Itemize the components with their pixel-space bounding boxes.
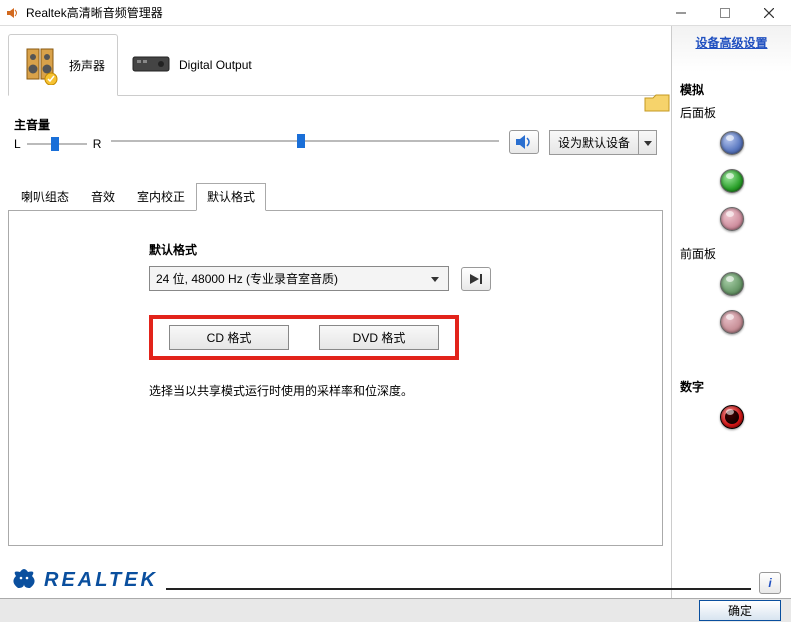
set-default-dropdown[interactable]: 设为默认设备: [549, 130, 657, 155]
front-panel-label: 前面板: [680, 245, 783, 262]
balance-slider[interactable]: [27, 137, 87, 151]
device-tab-label: Digital Output: [179, 58, 252, 72]
button-label: DVD 格式: [353, 331, 406, 345]
rear-jack-blue[interactable]: [720, 131, 744, 155]
balance-right-label: R: [93, 137, 102, 151]
button-label: 确定: [728, 604, 752, 618]
tab-label: 室内校正: [137, 190, 185, 204]
realtek-logo: REALTEK: [10, 566, 158, 594]
rear-jack-green[interactable]: [720, 169, 744, 193]
tab-label: 喇叭组态: [21, 190, 69, 204]
tab-default-format[interactable]: 默认格式: [196, 183, 266, 211]
format-description: 选择当以共享模式运行时使用的采样率和位深度。: [149, 382, 602, 399]
cd-format-button[interactable]: CD 格式: [169, 325, 289, 350]
volume-slider[interactable]: [111, 134, 499, 148]
window-title: Realtek高清晰音频管理器: [26, 4, 163, 21]
device-tab-speakers[interactable]: 扬声器: [8, 34, 118, 96]
set-default-label: 设为默认设备: [549, 130, 639, 155]
analog-section-label: 模拟: [680, 81, 783, 98]
tab-panel-default-format: 默认格式 24 位, 48000 Hz (专业录音室音质) CD 格式 DVD …: [8, 211, 663, 546]
rear-jack-pink[interactable]: [720, 207, 744, 231]
device-tab-digital[interactable]: Digital Output: [118, 34, 265, 95]
brand-text: REALTEK: [44, 569, 158, 592]
button-label: CD 格式: [207, 331, 252, 345]
master-volume-row: 主音量 L R 设为默认设备: [8, 116, 663, 155]
ok-button[interactable]: 确定: [699, 600, 781, 621]
brand-divider: [166, 588, 751, 590]
window-controls: [659, 0, 791, 26]
play-test-button[interactable]: [461, 267, 491, 291]
digital-section-label: 数字: [680, 378, 783, 395]
front-jack-green[interactable]: [720, 272, 744, 296]
info-icon: i: [768, 576, 771, 590]
app-icon: [6, 6, 20, 20]
minimize-button[interactable]: [659, 0, 703, 26]
mute-button[interactable]: [509, 130, 539, 154]
close-button[interactable]: [747, 0, 791, 26]
speakers-icon: [21, 45, 61, 85]
folder-icon[interactable]: [643, 92, 671, 114]
device-tab-label: 扬声器: [69, 57, 105, 74]
tab-label: 默认格式: [207, 190, 255, 204]
format-selected-value: 24 位, 48000 Hz (专业录音室音质): [156, 270, 338, 287]
brand-row: REALTEK i: [10, 566, 781, 594]
digital-output-icon: [131, 45, 171, 85]
info-button[interactable]: i: [759, 572, 781, 594]
format-select[interactable]: 24 位, 48000 Hz (专业录音室音质): [149, 266, 449, 291]
tab-sound-effects[interactable]: 音效: [80, 183, 126, 210]
maximize-button[interactable]: [703, 0, 747, 26]
tab-speaker-config[interactable]: 喇叭组态: [10, 183, 80, 210]
format-title: 默认格式: [149, 241, 602, 258]
connector-panel: 设备高级设置 模拟 后面板 前面板 数字: [671, 26, 791, 602]
tab-room-correction[interactable]: 室内校正: [126, 183, 196, 210]
title-bar: Realtek高清晰音频管理器: [0, 0, 791, 26]
chevron-down-icon: [428, 275, 442, 283]
device-tabs: 扬声器 Digital Output: [8, 34, 663, 96]
chevron-down-icon: [639, 130, 657, 155]
format-presets-highlight: CD 格式 DVD 格式: [149, 315, 459, 360]
tab-label: 音效: [91, 190, 115, 204]
dvd-format-button[interactable]: DVD 格式: [319, 325, 439, 350]
rear-panel-label: 后面板: [680, 104, 783, 121]
front-jack-pink[interactable]: [720, 310, 744, 334]
balance-left-label: L: [14, 137, 21, 151]
dialog-button-bar: 确定: [0, 598, 791, 622]
advanced-settings-link[interactable]: 设备高级设置: [680, 34, 783, 51]
digital-jack-spdif[interactable]: [720, 405, 744, 429]
settings-tabs: 喇叭组态 音效 室内校正 默认格式: [8, 183, 663, 211]
volume-label: 主音量: [14, 116, 101, 133]
